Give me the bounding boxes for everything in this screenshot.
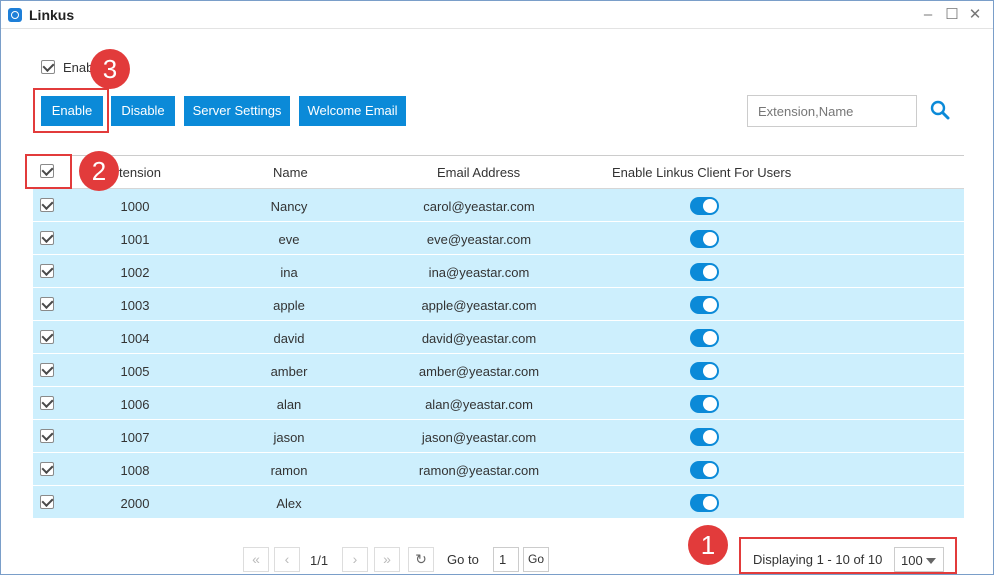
annotation-badge-2: 2 [79,151,119,191]
page-indicator: 1/1 [310,553,329,568]
name-cell: ina [280,265,298,280]
row-checkbox[interactable] [40,264,54,278]
table-row[interactable]: 1000 Nancy carol@yeastar.com [33,189,964,222]
column-header-name[interactable]: Name [273,165,308,180]
column-header-email[interactable]: Email Address [437,165,520,180]
linkus-app-icon [8,8,22,22]
email-cell: apple@yeastar.com [421,298,537,313]
goto-page-input[interactable] [493,547,519,572]
name-cell: amber [270,364,308,379]
table-top-border [33,155,964,156]
table-row[interactable]: 1007 jason jason@yeastar.com [33,420,964,453]
table-row[interactable]: 1004 david david@yeastar.com [33,321,964,354]
column-header-extension[interactable]: tension [119,165,161,180]
table-row[interactable]: 2000 Alex [33,486,964,519]
extension-cell: 1001 [120,232,150,247]
title-bar: Linkus – ☐ ✕ [1,1,993,29]
server-settings-button[interactable]: Server Settings [184,96,290,126]
next-page-button[interactable]: › [342,547,368,572]
linkus-toggle[interactable] [690,428,719,446]
linkus-toggle[interactable] [690,263,719,281]
row-checkbox[interactable] [40,396,54,410]
first-page-button[interactable]: « [243,547,269,572]
search-input[interactable] [747,95,917,127]
extension-cell: 1006 [120,397,150,412]
extension-cell: 1007 [120,430,150,445]
refresh-icon[interactable]: ↻ [408,547,434,572]
table-row[interactable]: 1001 eve eve@yeastar.com [33,222,964,255]
email-cell: ramon@yeastar.com [418,463,540,478]
highlight-box-enable-button [33,88,109,133]
search-icon[interactable] [930,100,950,120]
linkus-toggle[interactable] [690,494,719,512]
goto-label: Go to [447,552,479,567]
prev-page-button[interactable]: ‹ [274,547,300,572]
email-cell: jason@yeastar.com [421,430,537,445]
window-title: Linkus [29,7,75,23]
email-cell: ina@yeastar.com [428,265,530,280]
table-row[interactable]: 1005 amber amber@yeastar.com [33,354,964,387]
column-header-linkus-client[interactable]: Enable Linkus Client For Users [612,165,791,180]
email-cell: alan@yeastar.com [425,397,533,412]
highlight-box-display-info [739,537,957,574]
name-cell: jason [273,430,305,445]
linkus-toggle[interactable] [690,362,719,380]
extension-cell: 1003 [120,298,150,313]
linkus-window: Linkus – ☐ ✕ Enab Enable Disable Server … [0,0,994,575]
table-row[interactable]: 1003 apple apple@yeastar.com [33,288,964,321]
linkus-toggle[interactable] [690,395,719,413]
table-row[interactable]: 1006 alan alan@yeastar.com [33,387,964,420]
extension-cell: 1000 [120,199,150,214]
name-cell: ramon [270,463,308,478]
close-icon[interactable]: ✕ [965,5,985,25]
go-button[interactable]: Go [523,547,549,572]
name-cell: david [273,331,305,346]
name-cell: Nancy [270,199,308,214]
row-checkbox[interactable] [40,231,54,245]
linkus-toggle[interactable] [690,296,719,314]
row-checkbox[interactable] [40,429,54,443]
highlight-box-select-all [25,154,72,189]
email-cell: carol@yeastar.com [423,199,535,214]
annotation-badge-1: 1 [688,525,728,565]
table-row[interactable]: 1008 ramon ramon@yeastar.com [33,453,964,486]
linkus-toggle[interactable] [690,230,719,248]
welcome-email-button[interactable]: Welcome Email [299,96,406,126]
extension-cell: 2000 [120,496,150,511]
extension-cell: 1008 [120,463,150,478]
linkus-toggle[interactable] [690,329,719,347]
linkus-toggle[interactable] [690,197,719,215]
name-cell: eve [278,232,300,247]
extension-cell: 1004 [120,331,150,346]
maximize-icon[interactable]: ☐ [942,5,962,25]
row-checkbox[interactable] [40,462,54,476]
row-checkbox[interactable] [40,297,54,311]
enable-option-checkbox[interactable] [41,60,55,74]
table-row[interactable]: 1002 ina ina@yeastar.com [33,255,964,288]
minimize-icon[interactable]: – [918,5,938,25]
enable-option-label: Enab [63,60,94,75]
name-cell: alan [276,397,302,412]
row-checkbox[interactable] [40,495,54,509]
name-cell: Alex [276,496,302,511]
email-cell: eve@yeastar.com [426,232,532,247]
row-checkbox[interactable] [40,330,54,344]
annotation-badge-3: 3 [90,49,130,89]
row-checkbox[interactable] [40,198,54,212]
extension-cell: 1002 [120,265,150,280]
linkus-toggle[interactable] [690,461,719,479]
email-cell: amber@yeastar.com [418,364,540,379]
row-checkbox[interactable] [40,363,54,377]
email-cell: david@yeastar.com [421,331,537,346]
last-page-button[interactable]: » [374,547,400,572]
disable-button[interactable]: Disable [111,96,175,126]
name-cell: apple [273,298,305,313]
extension-cell: 1005 [120,364,150,379]
